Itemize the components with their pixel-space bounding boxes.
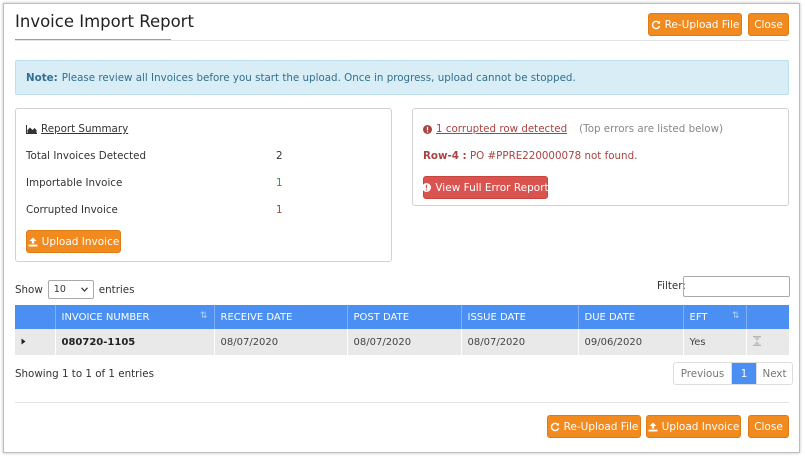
note-label: Note: [26, 71, 58, 84]
top-errors-hint: (Top errors are listed below) [579, 123, 724, 135]
column-header-eft[interactable]: EFT ⇅ [683, 305, 747, 329]
error-row: Row-4 : PO #PPRE220000078 not found. [423, 150, 637, 162]
pagination-next[interactable]: Next [756, 363, 792, 384]
caret-right-icon [21, 338, 26, 345]
footer-divider [15, 402, 789, 403]
importable-invoice-value: 1 [276, 177, 283, 189]
pagination: Previous 1 Next [673, 362, 793, 385]
header-divider [15, 40, 789, 41]
corrupted-invoice-label: Corrupted Invoice [26, 204, 118, 216]
footer-reupload-file-button[interactable]: Re-Upload File [547, 415, 641, 438]
note-alert: Note: Please review all Invoices before … [15, 60, 789, 95]
refresh-icon [651, 20, 661, 30]
hourglass-icon [752, 335, 761, 346]
filter-input[interactable] [683, 276, 790, 297]
reupload-file-button[interactable]: Re-Upload File [648, 13, 742, 36]
receive-date-cell: 08/07/2020 [214, 329, 348, 355]
filter-label: Filter: [657, 280, 686, 292]
sort-icon: ⇅ [199, 311, 208, 321]
column-header-label: INVOICE NUMBER [61, 311, 150, 323]
chevron-down-icon [80, 287, 88, 292]
corrupted-invoice-value: 1 [276, 204, 283, 216]
area-chart-icon [26, 124, 37, 134]
upload-icon [648, 422, 658, 432]
column-header-label: EFT [689, 311, 708, 323]
footer-close-button[interactable]: Close [748, 415, 789, 438]
upload-icon [28, 237, 38, 247]
eft-cell: Yes [683, 329, 747, 355]
invoice-import-modal: Invoice Import Report Re-Upload File Clo… [3, 3, 800, 453]
footer-upload-invoice-label: Upload Invoice [661, 420, 740, 433]
upload-invoice-button[interactable]: Upload Invoice [26, 230, 121, 253]
exclamation-circle-icon [422, 183, 432, 192]
column-header-issue-date[interactable]: ISSUE DATE [461, 305, 579, 329]
show-label: Show [15, 283, 43, 296]
refresh-icon [550, 422, 560, 432]
error-summary-panel: 1 corrupted row detected (Top errors are… [412, 108, 789, 206]
corrupted-row-link[interactable]: 1 corrupted row detected (Top errors are… [423, 123, 723, 135]
upload-invoice-label: Upload Invoice [41, 235, 120, 248]
page-length-select[interactable]: 10 [47, 280, 94, 299]
report-summary-panel: Report Summary Total Invoices Detected 2… [15, 108, 392, 262]
total-invoices-label: Total Invoices Detected [26, 150, 146, 162]
column-header-receive-date[interactable]: RECEIVE DATE [214, 305, 348, 329]
footer-reupload-file-label: Re-Upload File [563, 420, 639, 433]
table-info: Showing 1 to 1 of 1 entries [15, 368, 154, 380]
page-length-control: Show 10 entries [15, 280, 135, 299]
corrupted-row-label: 1 corrupted row detected [436, 123, 568, 135]
page-length-value: 10 [53, 284, 66, 295]
column-header-label: ISSUE DATE [467, 311, 526, 323]
close-button[interactable]: Close [748, 13, 789, 36]
expand-column-header [15, 305, 56, 329]
status-cell [746, 329, 789, 355]
error-row-text: PO #PPRE220000078 not found. [469, 150, 638, 162]
column-header-invoice-number[interactable]: INVOICE NUMBER ⇅ [55, 305, 215, 329]
importable-invoice-label: Importable Invoice [26, 177, 123, 189]
post-date-cell: 08/07/2020 [347, 329, 462, 355]
table-row: 080720-1105 08/07/2020 08/07/2020 08/07/… [15, 329, 789, 355]
column-header-label: POST DATE [353, 311, 410, 323]
column-header-due-date[interactable]: DUE DATE [578, 305, 684, 329]
report-summary-label: Report Summary [41, 123, 129, 135]
column-header-label: RECEIVE DATE [220, 311, 293, 323]
note-text: Please review all Invoices before you st… [61, 71, 576, 84]
exclamation-circle-icon [423, 124, 432, 134]
close-label: Close [754, 18, 783, 31]
footer-upload-invoice-button[interactable]: Upload Invoice [646, 415, 741, 438]
view-error-report-label: View Full Error Report [435, 181, 549, 194]
total-invoices-value: 2 [276, 150, 283, 162]
expand-row-cell[interactable] [15, 329, 56, 355]
pagination-previous[interactable]: Previous [674, 363, 732, 384]
view-error-report-button[interactable]: View Full Error Report [422, 176, 549, 199]
issue-date-cell: 08/07/2020 [461, 329, 579, 355]
column-header-post-date[interactable]: POST DATE [347, 305, 462, 329]
table-header-row: INVOICE NUMBER ⇅ RECEIVE DATE POST DATE … [15, 305, 789, 329]
page-title: Invoice Import Report [15, 12, 194, 31]
pagination-page-1[interactable]: 1 [732, 363, 756, 384]
invoice-number-cell: 080720-1105 [55, 329, 215, 355]
invoice-table: INVOICE NUMBER ⇅ RECEIVE DATE POST DATE … [15, 305, 789, 355]
due-date-cell: 09/06/2020 [578, 329, 684, 355]
actions-column-header [746, 305, 789, 329]
entries-label: entries [98, 283, 135, 296]
sort-icon: ⇅ [731, 311, 740, 321]
footer-close-label: Close [754, 420, 783, 433]
error-row-label: Row-4 : [423, 150, 467, 162]
reupload-file-label: Re-Upload File [664, 18, 740, 31]
report-summary-title: Report Summary [26, 123, 128, 135]
column-header-label: DUE DATE [584, 311, 636, 323]
